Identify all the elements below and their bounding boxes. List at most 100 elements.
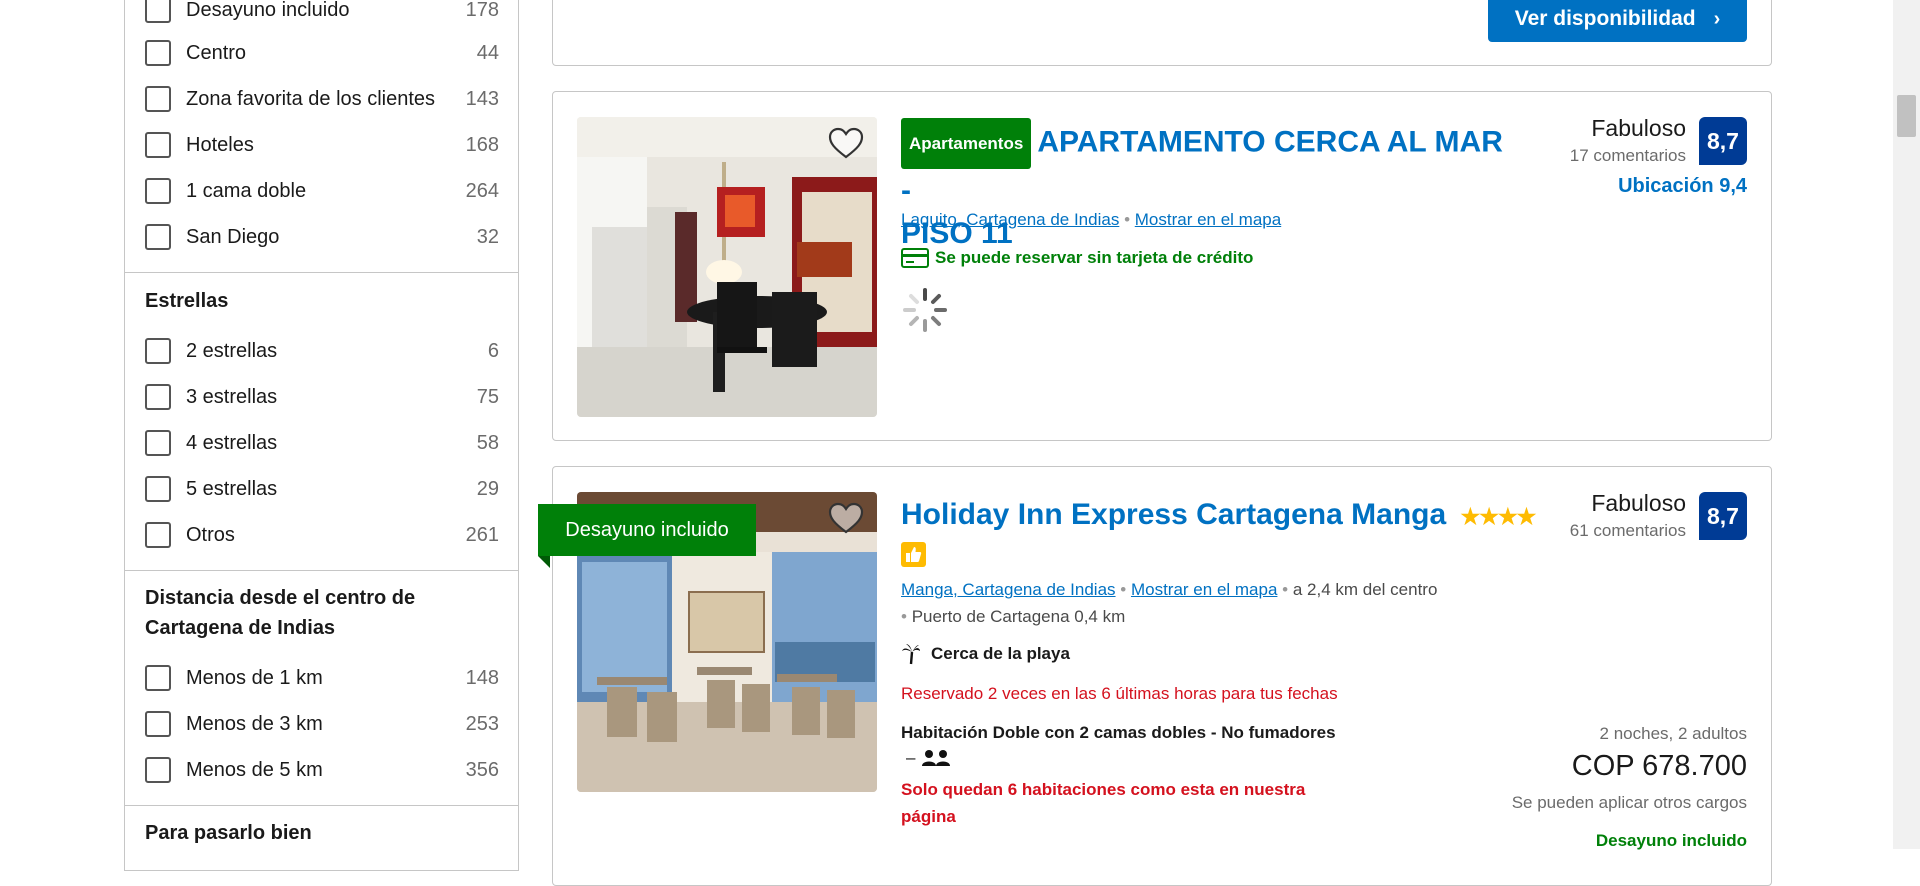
beds-prefix: – xyxy=(906,748,916,767)
filter-label: Menos de 5 km xyxy=(186,758,323,781)
filter-label: Desayuno incluido xyxy=(186,0,350,21)
filter-breakfast[interactable]: Desayuno incluido 178 xyxy=(145,0,499,30)
landmark-text: Puerto de Cartagena 0,4 km xyxy=(911,607,1126,626)
room-type: Habitación Doble con 2 camas dobles - No… xyxy=(901,723,1336,742)
beach-text: Cerca de la playa xyxy=(931,644,1070,663)
filter-center[interactable]: Centro 44 xyxy=(145,33,499,73)
filter-count: 58 xyxy=(476,431,499,454)
filter-label: 2 estrellas xyxy=(186,339,278,362)
property-type-badge: Apartamentos xyxy=(901,118,1032,169)
button-label: Ver disponibilidad xyxy=(1514,7,1696,30)
show-on-map-link[interactable]: Mostrar en el mapa xyxy=(1131,580,1277,599)
checkbox[interactable] xyxy=(145,384,171,410)
filter-other-stars[interactable]: Otros 261 xyxy=(145,515,499,555)
location-link[interactable]: Manga, Cartagena de Indias xyxy=(901,580,1116,599)
filter-hotels[interactable]: Hoteles 168 xyxy=(145,125,499,165)
separator-dot: • xyxy=(901,607,912,626)
filter-count: 44 xyxy=(476,41,499,64)
nearby-landmark: • Puerto de Cartagena 0,4 km xyxy=(901,607,1125,627)
separator-dot: • xyxy=(1120,580,1131,599)
price: COP 678.700 xyxy=(1571,750,1747,782)
filter-label: Hoteles xyxy=(186,133,254,156)
credit-card-icon xyxy=(901,248,929,268)
separator-dot: • xyxy=(1124,210,1135,229)
property-location: Laguito, Cartagena de Indias • Mostrar e… xyxy=(901,210,1281,230)
checkbox[interactable] xyxy=(145,665,171,691)
checkbox[interactable] xyxy=(145,711,171,737)
checkbox[interactable] xyxy=(145,757,171,783)
property-location: Manga, Cartagena de Indias • Mostrar en … xyxy=(901,580,1437,600)
filter-count: 178 xyxy=(465,0,499,21)
filter-label: 3 estrellas xyxy=(186,385,278,408)
filter-2-stars[interactable]: 2 estrellas 6 xyxy=(145,331,499,371)
review-count: 61 comentarios xyxy=(1569,521,1686,540)
filter-label: Zona favorita de los clientes xyxy=(186,87,436,110)
scrollbar-thumb[interactable] xyxy=(1897,95,1916,137)
divider xyxy=(125,272,518,273)
thumbs-up-icon xyxy=(901,542,926,567)
filter-count: 253 xyxy=(465,712,499,735)
checkbox[interactable] xyxy=(145,224,171,250)
location-score: Ubicación 9,4 xyxy=(1618,175,1747,197)
palm-tree-icon xyxy=(902,644,920,665)
filter-under-3km[interactable]: Menos de 3 km 253 xyxy=(145,704,499,744)
checkbox[interactable] xyxy=(145,0,171,23)
filter-count: 29 xyxy=(476,477,499,500)
review-score-badge[interactable]: 8,7 xyxy=(1699,117,1747,165)
checkbox[interactable] xyxy=(145,338,171,364)
beach-proximity: Cerca de la playa xyxy=(901,643,1070,665)
room-beds: – xyxy=(906,748,951,768)
divider xyxy=(125,805,518,806)
checkbox[interactable] xyxy=(145,132,171,158)
filter-label: 4 estrellas xyxy=(186,431,278,454)
filter-label: Otros xyxy=(186,523,235,546)
filter-label: Menos de 1 km xyxy=(186,666,323,689)
checkbox[interactable] xyxy=(145,178,171,204)
filter-san-diego[interactable]: San Diego 32 xyxy=(145,217,499,257)
filter-count: 264 xyxy=(465,179,499,202)
heart-icon[interactable] xyxy=(826,499,866,539)
checkbox[interactable] xyxy=(145,86,171,112)
stay-details: 2 noches, 2 adultos xyxy=(1599,724,1747,743)
ribbon-fold xyxy=(538,556,550,568)
checkbox[interactable] xyxy=(145,476,171,502)
filters-sidebar: Desayuno incluido 178 Centro 44 Zona favor… xyxy=(124,0,519,871)
filter-label: San Diego xyxy=(186,225,280,248)
filter-count: 75 xyxy=(476,385,499,408)
checkbox[interactable] xyxy=(145,522,171,548)
filter-under-5km[interactable]: Menos de 5 km 356 xyxy=(145,750,499,790)
filter-label: Centro xyxy=(186,41,247,64)
filter-4-stars[interactable]: 4 estrellas 58 xyxy=(145,423,499,463)
separator-dot: • xyxy=(1282,580,1293,599)
see-availability-button[interactable]: Ver disponibilidad › xyxy=(1488,0,1747,42)
distance-filter-title: Distancia desde el centro de Cartagena d… xyxy=(145,587,416,639)
property-title[interactable]: Holiday Inn Express Cartagena Manga ★★★★ xyxy=(901,493,1536,538)
checkbox[interactable] xyxy=(145,430,171,456)
property-title[interactable]: Apartamentos APARTAMENTO CERCA AL MAR - P… xyxy=(901,118,1521,255)
breakfast-included-note: Desayuno incluido xyxy=(1595,831,1747,850)
two-guests-icon xyxy=(922,750,951,766)
location-link[interactable]: Laguito, Cartagena de Indias xyxy=(901,210,1119,229)
filter-count: 143 xyxy=(465,87,499,110)
fun-filter-title: Para pasarlo bien xyxy=(145,822,312,844)
stars-filter-title: Estrellas xyxy=(145,290,229,312)
review-score-word: Fabuloso xyxy=(1591,115,1686,141)
filter-3-stars[interactable]: 3 estrellas 75 xyxy=(145,377,499,417)
review-score-badge[interactable]: 8,7 xyxy=(1699,492,1747,540)
distance-from-center: a 2,4 km del centro xyxy=(1292,580,1438,599)
checkbox[interactable] xyxy=(145,40,171,66)
filter-count: 32 xyxy=(476,225,499,248)
breakfast-included-ribbon: Desayuno incluido xyxy=(538,504,756,556)
scarcity-message: Solo quedan 6 habitaciones como esta en … xyxy=(901,780,1306,826)
divider xyxy=(125,570,518,571)
property-title-text[interactable]: Holiday Inn Express Cartagena Manga xyxy=(901,498,1446,531)
filter-label: Menos de 3 km xyxy=(186,712,323,735)
chevron-right-icon: › xyxy=(1713,7,1721,30)
filter-under-1km[interactable]: Menos de 1 km 148 xyxy=(145,658,499,698)
filter-5-stars[interactable]: 5 estrellas 29 xyxy=(145,469,499,509)
filter-favorite-zone[interactable]: Zona favorita de los clientes 143 xyxy=(145,79,499,119)
show-on-map-link[interactable]: Mostrar en el mapa xyxy=(1135,210,1281,229)
heart-icon[interactable] xyxy=(826,124,866,164)
extra-charges-note: Se pueden aplicar otros cargos xyxy=(1511,793,1747,812)
filter-double-bed[interactable]: 1 cama doble 264 xyxy=(145,171,499,211)
